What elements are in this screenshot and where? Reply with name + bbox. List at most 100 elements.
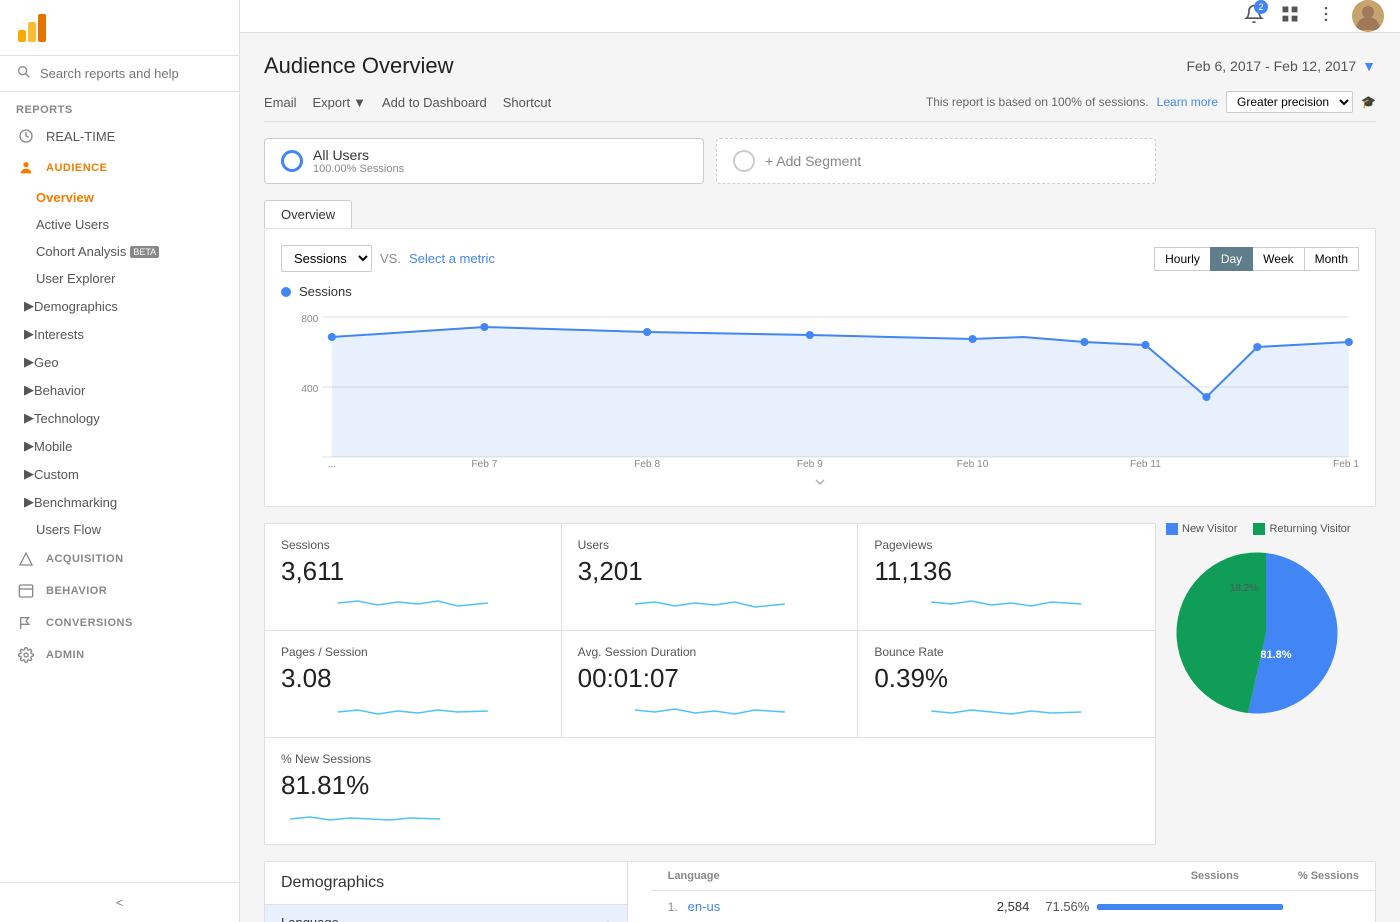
sidebar-item-real-time[interactable]: REAL-TIME [0, 120, 239, 152]
sessions-chart: 800 400 [281, 307, 1359, 467]
email-button[interactable]: Email [264, 95, 297, 110]
ga-logo-icon [16, 12, 48, 44]
sidebar-item-mobile[interactable]: ▶ Mobile [0, 432, 239, 460]
topbar: 2 [240, 0, 1400, 33]
sidebar-item-admin[interactable]: ADMIN [0, 639, 239, 671]
main-content: 2 Audience Overview Feb 6, [240, 0, 1400, 922]
sidebar-item-overview[interactable]: Overview [0, 184, 239, 211]
sidebar-item-geo[interactable]: ▶ Geo [0, 348, 239, 376]
sessions-legend-label: Sessions [299, 284, 352, 299]
metric-pageviews: Pageviews 11,136 [858, 524, 1155, 631]
flag-icon [16, 615, 36, 631]
svg-text:Feb 9: Feb 9 [797, 459, 823, 467]
notification-badge: 2 [1254, 0, 1268, 14]
returning-visitor-legend: Returning Visitor [1253, 523, 1350, 535]
avatar[interactable] [1352, 0, 1384, 32]
svg-text:800: 800 [301, 314, 318, 325]
add-segment-button[interactable]: + Add Segment [716, 138, 1156, 184]
metric-select[interactable]: Sessions [281, 245, 372, 272]
sidebar-item-users-flow[interactable]: Users Flow [0, 516, 239, 543]
action-bar: Email Export ▼ Add to Dashboard Shortcut… [264, 91, 1376, 122]
demo-row-language[interactable]: Language › [265, 905, 627, 922]
select-metric-link[interactable]: Select a metric [409, 251, 495, 266]
more-button[interactable] [1316, 4, 1336, 29]
avg-session-sparkline [578, 700, 842, 720]
sidebar-item-behavior[interactable]: BEHAVIOR [0, 575, 239, 607]
demographics-right: Language Sessions % Sessions 1. en-us 2,… [652, 862, 1375, 922]
demographics-section: Demographics Language › Country › Langua… [264, 861, 1376, 922]
person-icon [16, 160, 36, 176]
segment-circle-icon [281, 150, 303, 172]
chart-controls: Sessions VS. Select a metric Hourly Day … [281, 245, 1359, 272]
export-button[interactable]: Export ▼ [313, 95, 366, 110]
svg-text:81.8%: 81.8% [1260, 649, 1291, 661]
page-title: Audience Overview [264, 53, 454, 79]
more-icon [1316, 4, 1336, 24]
chevron-right-icon: ▶ [24, 410, 34, 426]
new-sessions-sparkline [281, 807, 449, 827]
chevron-right-icon: ▶ [24, 466, 34, 482]
sidebar-item-demographics[interactable]: ▶ Demographics [0, 292, 239, 320]
svg-text:Feb 11: Feb 11 [1130, 459, 1161, 467]
metric-pages-per-session: Pages / Session 3.08 [265, 631, 562, 738]
notifications-button[interactable]: 2 [1244, 4, 1264, 29]
sidebar-item-behavior-sub[interactable]: ▶ Behavior [0, 376, 239, 404]
svg-text:Feb 12: Feb 12 [1333, 459, 1359, 467]
shortcut-button[interactable]: Shortcut [503, 95, 551, 110]
grid-icon [1280, 4, 1300, 24]
apps-button[interactable] [1280, 4, 1300, 29]
time-buttons: Hourly Day Week Month [1155, 247, 1359, 271]
search-input[interactable] [40, 66, 223, 81]
avatar-icon [1352, 0, 1384, 32]
sidebar-collapse-button[interactable]: < [0, 882, 239, 922]
sessions-sparkline [281, 593, 545, 613]
metric-avg-session: Avg. Session Duration 00:01:07 [562, 631, 859, 738]
sidebar-item-conversions[interactable]: CONVERSIONS [0, 607, 239, 639]
pie-chart: 81.8% 18.2% [1176, 543, 1356, 723]
overview-tab[interactable]: Overview [264, 200, 352, 228]
add-dashboard-button[interactable]: Add to Dashboard [382, 95, 487, 110]
sidebar-item-custom[interactable]: ▶ Custom [0, 460, 239, 488]
pie-legend: New Visitor Returning Visitor [1156, 523, 1351, 535]
sidebar-item-acquisition[interactable]: ACQUISITION [0, 543, 239, 575]
chart-dropdown-indicator [281, 474, 1359, 490]
sidebar-item-cohort-analysis[interactable]: Cohort Analysis BETA [0, 238, 239, 265]
month-button[interactable]: Month [1304, 247, 1359, 271]
chevron-right-icon: ▶ [24, 438, 34, 454]
bounce-rate-sparkline [874, 700, 1139, 720]
sidebar-item-benchmarking[interactable]: ▶ Benchmarking [0, 488, 239, 516]
week-button[interactable]: Week [1252, 247, 1304, 271]
svg-text:Feb 8: Feb 8 [634, 459, 660, 467]
date-range-picker[interactable]: Feb 6, 2017 - Feb 12, 2017 ▼ [1186, 58, 1376, 74]
lang-link-en-us[interactable]: en-us [688, 899, 950, 914]
clock-icon [16, 128, 36, 144]
acquisition-icon [16, 551, 36, 567]
metrics-area: Sessions 3,611 Users 3,201 Pageviews 11,… [264, 523, 1376, 845]
sidebar-item-active-users[interactable]: Active Users [0, 211, 239, 238]
svg-text:...: ... [328, 459, 336, 467]
segment-label: All Users [313, 147, 404, 163]
precision-select[interactable]: Greater precision [1226, 91, 1353, 113]
all-users-segment[interactable]: All Users 100.00% Sessions [264, 138, 704, 184]
sidebar-item-interests[interactable]: ▶ Interests [0, 320, 239, 348]
segment-sub-label: 100.00% Sessions [313, 163, 404, 175]
chevron-right-icon: ▶ [24, 326, 34, 342]
demographics-title: Demographics [265, 862, 627, 905]
returning-visitor-color-icon [1253, 523, 1265, 535]
hourly-button[interactable]: Hourly [1154, 247, 1211, 271]
content-area: Audience Overview Feb 6, 2017 - Feb 12, … [240, 33, 1400, 922]
sidebar-item-user-explorer[interactable]: User Explorer [0, 265, 239, 292]
sidebar-item-audience[interactable]: AUDIENCE [0, 152, 239, 184]
vs-label: VS. [380, 251, 401, 266]
sessions-dot-icon [281, 287, 291, 297]
svg-text:18.2%: 18.2% [1230, 583, 1258, 594]
metric-empty-2 [858, 738, 1155, 844]
sidebar-item-technology[interactable]: ▶ Technology [0, 404, 239, 432]
day-button[interactable]: Day [1210, 247, 1253, 271]
demographics-left: Demographics Language › Country › [265, 862, 628, 922]
pageviews-sparkline [874, 593, 1139, 613]
graduation-icon: 🎓 [1361, 95, 1376, 109]
learn-more-link[interactable]: Learn more [1157, 95, 1218, 109]
chevron-right-icon: ▶ [24, 494, 34, 510]
search-bar[interactable] [0, 56, 239, 92]
